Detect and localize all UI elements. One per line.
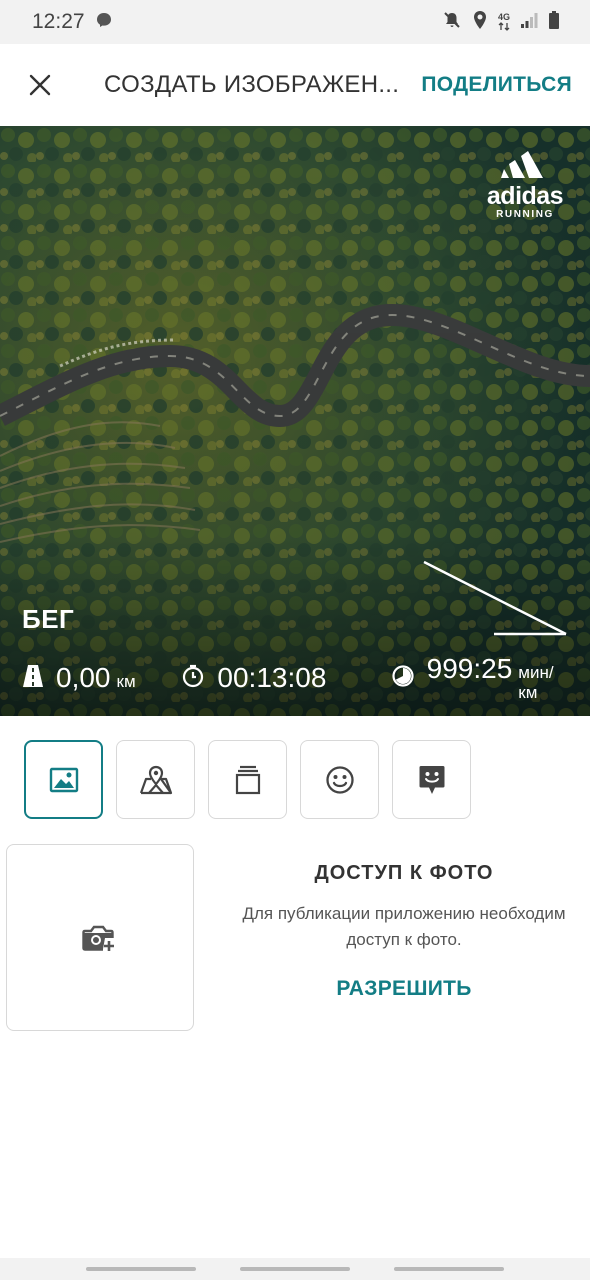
pace-unit: мин/км: [518, 663, 554, 702]
allow-button[interactable]: РАЗРЕШИТЬ: [336, 977, 471, 1001]
layers-icon: [235, 765, 260, 794]
signal-icon: [520, 11, 538, 34]
status-time: 12:27: [32, 10, 85, 33]
stats-row: 0,00 км 00:13:08 999:25 мин/км: [22, 653, 572, 702]
network-icon: 4G: [498, 13, 510, 31]
distance-value: 0,00: [56, 662, 111, 693]
nav-recents[interactable]: [86, 1267, 196, 1271]
battery-icon: [548, 10, 560, 35]
photo-access-title: ДОСТУП К ФОТО: [314, 862, 494, 884]
photo-access-text: Для публикации приложению необходим дост…: [242, 904, 566, 949]
app-bar: СОЗДАТЬ ИЗОБРАЖЕН... ПОДЕЛИТЬСЯ: [0, 44, 590, 126]
pace-value: 999:25: [426, 653, 513, 684]
stopwatch-icon: [181, 664, 205, 693]
mute-icon: [442, 10, 462, 35]
share-button[interactable]: ПОДЕЛИТЬСЯ: [421, 73, 572, 97]
sticker-icon: [419, 765, 444, 794]
pace-icon: [391, 664, 415, 693]
location-icon: [472, 10, 488, 35]
status-bar: 12:27 4G: [0, 0, 590, 44]
tab-layout[interactable]: [208, 740, 287, 819]
editor-tabs: [24, 740, 471, 819]
duration-value: 00:13:08: [217, 662, 327, 693]
road-icon: [22, 664, 44, 693]
brand-name: adidas: [486, 182, 564, 210]
tab-map[interactable]: [116, 740, 195, 819]
tab-image[interactable]: [24, 740, 103, 819]
close-icon: [29, 74, 51, 96]
distance-unit: км: [116, 672, 136, 691]
nav-back[interactable]: [394, 1267, 504, 1271]
network-type: 4G: [497, 12, 510, 22]
photo-access-panel: ДОСТУП К ФОТО Для публикации приложению …: [230, 862, 578, 1001]
map-icon: [139, 765, 172, 794]
brand-sub: RUNNING: [496, 209, 554, 220]
share-image-preview: adidas RUNNING БЕГ 0,00 км 00:13:08 999:…: [0, 126, 590, 716]
page-title: СОЗДАТЬ ИЗОБРАЖЕН...: [104, 71, 400, 98]
messenger-icon: [95, 11, 113, 34]
camera-add-icon: [82, 925, 114, 951]
stat-pace: 999:25 мин/км: [391, 653, 572, 703]
nav-home[interactable]: [240, 1267, 350, 1271]
smiley-icon: [325, 765, 354, 794]
adidas-stripes-icon: [501, 151, 543, 178]
stat-duration: 00:13:08: [181, 662, 390, 694]
image-icon: [49, 767, 78, 792]
activity-type: БЕГ: [22, 604, 75, 634]
system-nav-bar: [0, 1258, 590, 1280]
close-button[interactable]: [0, 44, 80, 126]
tab-sticker-add[interactable]: [392, 740, 471, 819]
stat-distance: 0,00 км: [22, 662, 181, 694]
adidas-logo: adidas RUNNING: [482, 148, 568, 221]
tab-stickers[interactable]: [300, 740, 379, 819]
add-photo-tile[interactable]: [6, 844, 194, 1031]
